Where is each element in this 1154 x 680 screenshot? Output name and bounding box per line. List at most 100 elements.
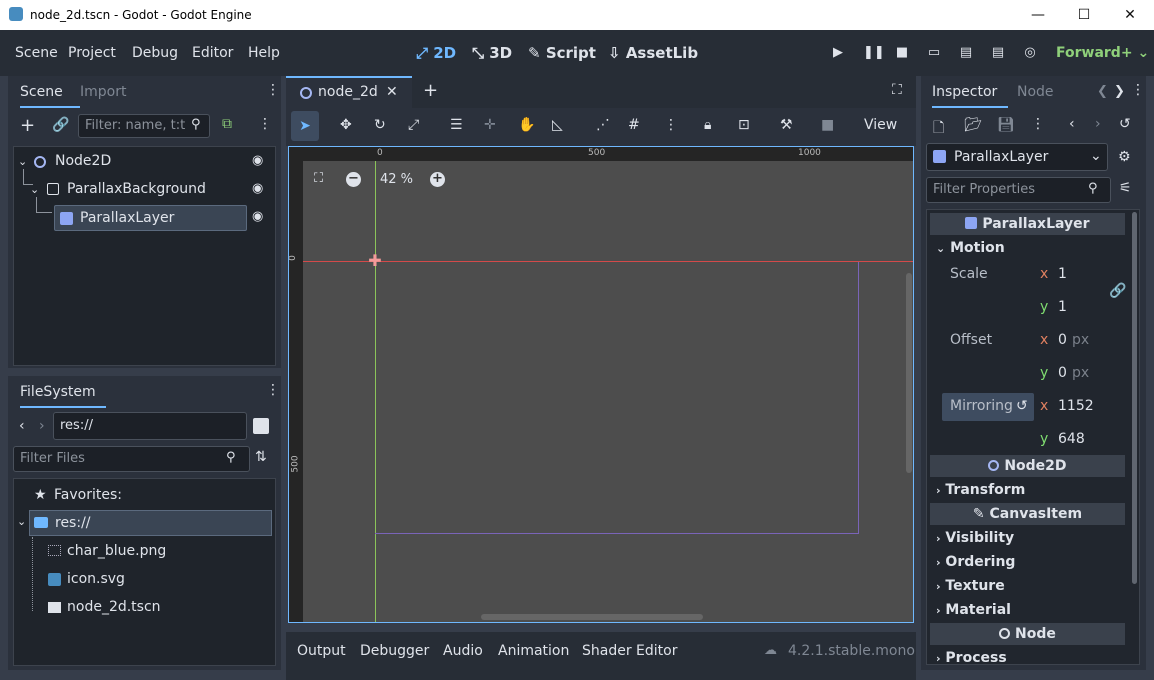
save-icon[interactable]: 💾︎ xyxy=(997,117,1015,133)
update-spinner-icon[interactable]: ☁ xyxy=(764,643,777,658)
rotate-mode-icon[interactable]: ↻ xyxy=(374,117,386,133)
tree-node-parallaxlayer[interactable]: ParallaxLayer xyxy=(54,205,247,231)
tab-import[interactable]: Import xyxy=(80,84,126,100)
tab-shader-editor[interactable]: Shader Editor xyxy=(582,643,677,659)
tab-animation[interactable]: Animation xyxy=(498,643,569,659)
file-item-icon-svg[interactable]: icon.svg xyxy=(67,571,125,587)
link-icon[interactable]: 🔗 xyxy=(1109,283,1126,299)
renderer-select[interactable]: Forward+ ⌄ xyxy=(1056,45,1149,61)
pivot-icon[interactable]: ✛ xyxy=(484,117,496,133)
link-icon[interactable]: 🔗 xyxy=(52,117,69,133)
close-tab-icon[interactable]: ✕ xyxy=(386,84,398,100)
filter-properties-input[interactable]: Filter Properties xyxy=(926,177,1111,203)
mode-2d-button[interactable]: ⤢ 2D xyxy=(416,44,456,62)
pause-icon[interactable]: ❚❚ xyxy=(863,46,885,60)
smart-snap-icon[interactable]: ⋰ xyxy=(596,117,610,133)
toggle-split-mode-icon[interactable] xyxy=(253,418,269,434)
remote-debug-icon[interactable]: ▭ xyxy=(927,46,941,60)
menu-scene[interactable]: Scene xyxy=(15,45,58,61)
property-options-icon[interactable]: ⚟ xyxy=(1119,180,1132,196)
new-resource-icon[interactable]: 🗋 xyxy=(933,117,944,141)
file-item-res[interactable]: res:// xyxy=(29,510,272,536)
scene-dock-menu-icon[interactable]: ⋮ xyxy=(266,82,280,98)
mirroring-y-field[interactable]: 648 xyxy=(1058,431,1085,447)
group-icon[interactable]: ⊡ xyxy=(738,117,750,133)
minimize-button[interactable]: — xyxy=(1015,0,1061,30)
list-select-icon[interactable]: ☰ xyxy=(450,117,463,133)
move-mode-icon[interactable]: ✥ xyxy=(340,117,352,133)
play-scene-icon[interactable]: ▤ xyxy=(959,46,973,60)
view-menu[interactable]: View xyxy=(864,117,897,133)
scale-y-field[interactable]: 1 xyxy=(1058,299,1067,315)
zoom-level[interactable]: 42 % xyxy=(380,172,413,187)
mode-3d-button[interactable]: ⤡ 3D xyxy=(472,44,512,62)
lock-icon[interactable]: 🔒︎ xyxy=(704,117,711,133)
tab-audio[interactable]: Audio xyxy=(443,643,483,659)
chevron-down-icon[interactable]: ⌄ xyxy=(18,155,27,168)
vertical-scrollbar[interactable] xyxy=(906,273,912,473)
mode-assetlib-button[interactable]: ⇩ AssetLib xyxy=(608,44,698,62)
add-tab-icon[interactable]: + xyxy=(423,80,438,101)
path-input[interactable]: res:// xyxy=(53,412,247,440)
group-ordering[interactable]: › Ordering xyxy=(936,554,1015,570)
mode-script-button[interactable]: ✎ Script xyxy=(528,44,596,62)
scale-mode-icon[interactable]: ⤢ xyxy=(408,117,419,133)
file-item-char-blue[interactable]: char_blue.png xyxy=(67,543,166,559)
mirroring-x-field[interactable]: 1152 xyxy=(1058,398,1094,414)
movie-maker-icon[interactable]: ◎ xyxy=(1023,46,1037,60)
property-mirroring-label[interactable]: Mirroring ↺ xyxy=(942,393,1034,421)
menu-project[interactable]: Project xyxy=(68,45,116,61)
tab-output[interactable]: Output xyxy=(297,643,346,659)
camera-icon[interactable]: ■ xyxy=(821,117,834,133)
filesystem-menu-icon[interactable]: ⋮ xyxy=(266,382,280,398)
tab-node-2d[interactable]: node_2d ✕ xyxy=(286,76,412,108)
group-motion[interactable]: ⌄ Motion xyxy=(936,240,1005,256)
stop-icon[interactable]: ■ xyxy=(895,46,909,60)
menu-debug[interactable]: Debug xyxy=(132,45,178,61)
select-mode-icon[interactable]: ➤ xyxy=(291,111,319,141)
grid-snap-icon[interactable]: # xyxy=(628,117,640,133)
inspector-scrollbar[interactable] xyxy=(1132,212,1137,584)
sort-icon[interactable]: ⇅ xyxy=(255,449,267,465)
forward-icon[interactable]: › xyxy=(39,418,45,434)
open-folder-icon[interactable]: 📂︎ xyxy=(964,117,982,133)
dock-prev-icon[interactable]: ❮ xyxy=(1097,84,1108,99)
visibility-eye-icon[interactable]: ◉ xyxy=(252,153,263,168)
horizontal-scrollbar[interactable] xyxy=(481,614,703,620)
history-back-icon[interactable]: ‹ xyxy=(1069,116,1075,132)
scene-tree-menu-icon[interactable]: ⋮ xyxy=(258,116,272,132)
bone-icon[interactable]: ⚒ xyxy=(780,117,793,133)
snap-options-icon[interactable]: ⋮ xyxy=(664,117,678,133)
add-node-icon[interactable]: + xyxy=(20,115,35,136)
maximize-button[interactable]: ☐ xyxy=(1061,0,1107,30)
history-forward-icon[interactable]: › xyxy=(1095,116,1101,132)
group-material[interactable]: › Material xyxy=(936,602,1011,618)
distraction-free-icon[interactable]: ⛶ xyxy=(892,82,902,98)
tab-debugger[interactable]: Debugger xyxy=(360,643,429,659)
dock-next-icon[interactable]: ❯ xyxy=(1114,84,1125,99)
pan-icon[interactable]: ✋ xyxy=(518,117,535,133)
menu-editor[interactable]: Editor xyxy=(192,45,233,61)
tab-inspector[interactable]: Inspector xyxy=(932,84,1008,108)
tree-node-node2d[interactable]: Node2D xyxy=(55,153,111,169)
chevron-down-icon[interactable]: ⌄ xyxy=(30,183,39,196)
group-texture[interactable]: › Texture xyxy=(936,578,1005,594)
play-custom-scene-icon[interactable]: ▤ xyxy=(991,46,1005,60)
object-history-icon[interactable]: ↺ xyxy=(1119,116,1131,132)
play-icon[interactable]: ▶ xyxy=(831,46,845,60)
zoom-in-icon[interactable]: + xyxy=(430,172,445,187)
tab-filesystem[interactable]: FileSystem xyxy=(20,384,106,408)
ruler-icon[interactable]: ◺ xyxy=(552,117,563,133)
revert-icon[interactable]: ↺ xyxy=(1016,398,1028,414)
node-select-dropdown[interactable]: ParallaxLayer ⌄ xyxy=(926,143,1108,171)
inspector-menu-icon[interactable]: ⋮ xyxy=(1031,116,1045,132)
filter-files-input[interactable]: Filter Files xyxy=(13,446,250,472)
instance-scene-icon[interactable]: ⧉ xyxy=(222,116,232,132)
scale-x-field[interactable]: 1 xyxy=(1058,266,1067,282)
canvas-viewport[interactable]: 0 500 1000 0 500 ✚ ⛶ − 42 % + xyxy=(288,146,914,623)
tree-node-parallaxbackground[interactable]: ParallaxBackground xyxy=(67,181,206,197)
zoom-out-icon[interactable]: − xyxy=(346,172,361,187)
visibility-eye-icon[interactable]: ◉ xyxy=(252,181,263,196)
tab-node[interactable]: Node xyxy=(1017,84,1054,100)
dock-menu-icon[interactable]: ⋮ xyxy=(1131,82,1145,98)
